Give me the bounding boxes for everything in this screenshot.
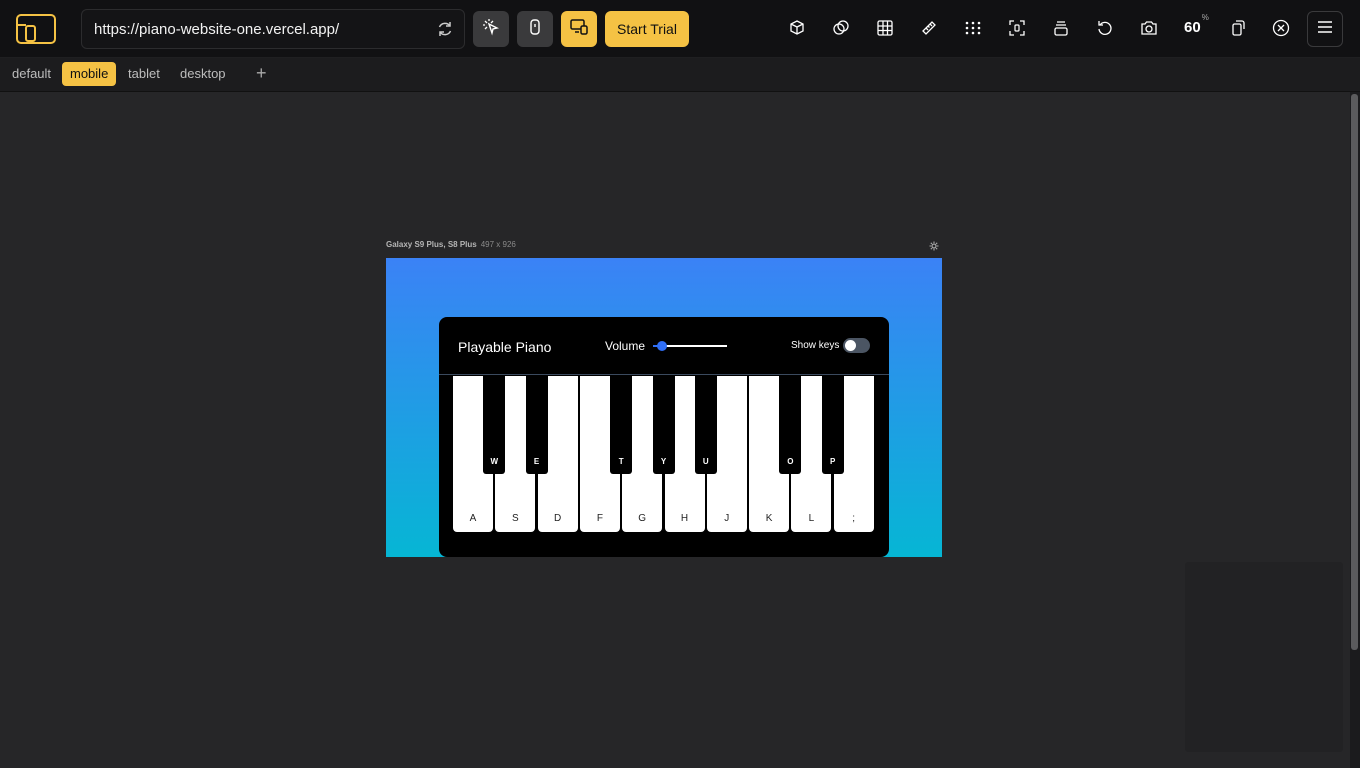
tab-desktop[interactable]: desktop	[172, 62, 234, 86]
black-key[interactable]: E	[525, 376, 548, 474]
zoom-level[interactable]: 60%	[1184, 13, 1209, 36]
key-label: E	[533, 457, 540, 466]
key-label: A	[469, 513, 477, 524]
black-key[interactable]: U	[694, 376, 717, 474]
device-name: Galaxy S9 Plus, S8 Plus	[386, 240, 477, 249]
key-label: H	[680, 513, 689, 524]
black-key[interactable]: W	[483, 376, 506, 474]
key-label: W	[490, 457, 499, 466]
preset-tabs-bar: default mobile tablet desktop +	[0, 58, 1360, 92]
device-mode-button[interactable]	[517, 11, 553, 47]
hamburger-icon	[1317, 20, 1333, 39]
tab-mobile[interactable]: mobile	[62, 62, 117, 86]
key-label: G	[638, 513, 647, 524]
key-label: P	[830, 457, 836, 466]
canvas-scroll-thumb[interactable]	[1351, 94, 1358, 650]
screenshot-frame-icon[interactable]	[1006, 17, 1028, 39]
tab-tablet[interactable]: tablet	[120, 62, 168, 86]
phone-icon	[526, 18, 544, 41]
inspect-button[interactable]	[473, 11, 509, 47]
piano-keys: A S D F G H J K L; W E T Y U O P	[453, 376, 875, 532]
piano-header: Playable Piano Volume Show keys	[439, 317, 889, 375]
reload-icon[interactable]	[436, 20, 454, 38]
key-label: T	[618, 457, 624, 466]
black-key[interactable]: Y	[652, 376, 675, 474]
piano-card: Playable Piano Volume Show keys A S D F G H J K…	[439, 317, 889, 557]
url-text[interactable]: https://piano-website-one.vercel.app/	[94, 21, 339, 38]
close-icon[interactable]	[1270, 17, 1292, 39]
zoom-value: 60	[1184, 19, 1201, 36]
inspect-icon	[482, 18, 500, 41]
black-key[interactable]: T	[610, 376, 633, 474]
key-label: K	[765, 513, 773, 524]
grid-icon[interactable]	[874, 17, 896, 39]
key-label: Y	[660, 457, 667, 466]
key-label: S	[511, 513, 519, 524]
gear-icon[interactable]	[929, 238, 939, 251]
key-label: O	[787, 457, 794, 466]
cube-icon[interactable]	[786, 17, 808, 39]
start-trial-button[interactable]: Start Trial	[605, 11, 689, 47]
black-key[interactable]: O	[779, 376, 802, 474]
responsive-button[interactable]	[561, 11, 597, 47]
rotate-icon[interactable]	[1094, 17, 1116, 39]
volume-slider-thumb[interactable]	[656, 341, 667, 351]
minimap[interactable]	[1185, 562, 1343, 752]
show-keys-toggle[interactable]	[843, 338, 870, 353]
menu-button[interactable]	[1307, 11, 1343, 47]
layers-icon[interactable]	[1050, 17, 1072, 39]
tab-default[interactable]: default	[4, 62, 59, 86]
zoom-unit: %	[1201, 13, 1209, 22]
key-label: L	[808, 513, 815, 524]
overlap-icon[interactable]	[830, 17, 852, 39]
url-bar[interactable]: https://piano-website-one.vercel.app/	[81, 9, 465, 49]
device-rotate-icon[interactable]	[1226, 17, 1248, 39]
add-tab-button[interactable]: +	[256, 63, 267, 83]
device-viewport: Playable Piano Volume Show keys A S D F G H J K…	[386, 258, 942, 557]
app-logo-icon[interactable]	[14, 12, 58, 46]
piano-title: Playable Piano	[458, 339, 552, 355]
key-label: D	[553, 513, 562, 524]
device-label: Galaxy S9 Plus, S8 Plus 497 x 926	[386, 240, 516, 249]
key-label: J	[724, 513, 730, 524]
black-key[interactable]: P	[821, 376, 844, 474]
volume-label: Volume	[605, 339, 646, 353]
toggle-knob	[845, 340, 856, 351]
ruler-icon[interactable]	[918, 17, 940, 39]
key-label: F	[596, 513, 603, 524]
device-size: 497 x 926	[480, 240, 516, 249]
key-label: ;	[852, 513, 856, 524]
responsive-icon	[569, 18, 589, 41]
dots-grid-icon[interactable]	[962, 17, 984, 39]
camera-icon[interactable]	[1138, 17, 1160, 39]
top-toolbar: https://piano-website-one.vercel.app/ St…	[0, 0, 1360, 58]
key-label: U	[702, 457, 709, 466]
show-keys-label: Show keys	[791, 340, 840, 351]
